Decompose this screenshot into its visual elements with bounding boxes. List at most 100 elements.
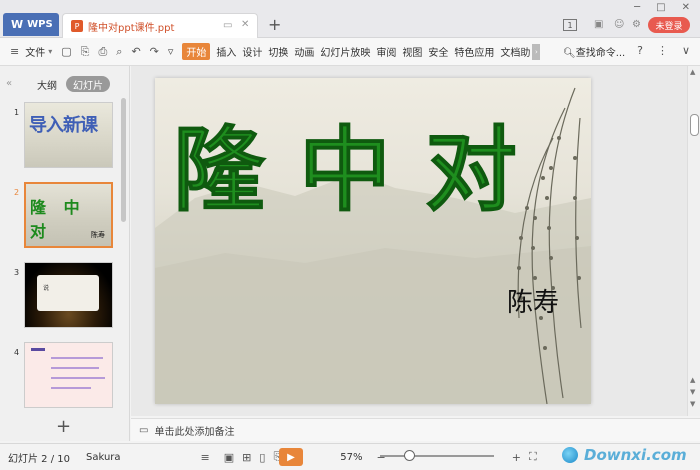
ribbon-right-icons: ? ⋮ ∨	[637, 44, 690, 57]
document-tab-title: 隆中对ppt课件.ppt	[88, 22, 175, 34]
slide-thumbnail-4[interactable]	[24, 342, 113, 408]
notes-bar[interactable]: ▭ 单击此处添加备注	[131, 418, 700, 441]
wps-tab-label: WPS	[27, 19, 53, 30]
file-menu[interactable]: 文件	[25, 44, 45, 59]
close-window-icon[interactable]: ✕	[682, 2, 690, 13]
slide-sorter-icon[interactable]: ⊞	[242, 451, 251, 464]
wps-logo-icon: W	[11, 18, 24, 31]
tab-insert[interactable]: 插入	[216, 44, 236, 59]
reading-view-icon[interactable]: ▯	[259, 451, 265, 464]
fit-window-icon[interactable]: ⛶	[529, 450, 537, 464]
wps-home-tab[interactable]: W WPS	[3, 13, 59, 36]
chevron-down-icon[interactable]: ▾	[48, 47, 52, 56]
zoom-slider-track[interactable]	[380, 455, 494, 457]
thumb-text: 说	[43, 285, 50, 292]
title-bar: W WPS P 隆中对ppt课件.ppt ▭ ✕ + ─ □ ✕ 1 ▣ ☺ ⚙…	[0, 0, 700, 38]
current-slide[interactable]: 隆中对 陈寿	[155, 78, 591, 404]
maximize-icon[interactable]: □	[656, 2, 665, 13]
zoom-level[interactable]: 57%	[340, 452, 362, 463]
undo-icon[interactable]: ↶	[131, 45, 140, 58]
watermark-text: Downxi.com	[584, 446, 687, 464]
theme-name: Sakura	[86, 451, 121, 463]
tab-start[interactable]: 开始	[182, 43, 211, 60]
slide-canvas-area: 隆中对 陈寿	[131, 66, 687, 416]
collapse-ribbon-icon[interactable]: ∨	[682, 44, 690, 57]
thumb-number: 3	[14, 268, 20, 277]
tab-design[interactable]: 设计	[242, 44, 262, 59]
thumb-text: 导入新课	[29, 115, 98, 136]
close-tab-icon[interactable]: ✕	[241, 19, 249, 30]
thumb-heading-bar	[31, 348, 45, 351]
monitor-icon[interactable]: ▭	[223, 20, 232, 31]
quick-access-more-icon[interactable]: ▿	[168, 45, 174, 58]
save-icon[interactable]: ▢	[61, 45, 71, 58]
skin-icon[interactable]: ▣	[594, 19, 605, 30]
tab-animation[interactable]: 动画	[294, 44, 314, 59]
window-count-badge[interactable]: 1	[563, 19, 577, 31]
scroll-thumb[interactable]	[690, 114, 699, 136]
thumb-line	[51, 387, 91, 389]
slide-author[interactable]: 陈寿	[507, 282, 559, 319]
tab-outline[interactable]: 大纲	[37, 77, 57, 92]
slide-title[interactable]: 隆中对	[172, 96, 551, 229]
window-controls: ─ □ ✕	[634, 2, 690, 13]
export-icon[interactable]: ⎘	[81, 45, 90, 59]
document-tab[interactable]: P 隆中对ppt课件.ppt ▭ ✕	[62, 13, 258, 38]
minimize-icon[interactable]: ─	[634, 2, 640, 13]
watermark: Downxi.com	[562, 446, 687, 464]
notes-placeholder: 单击此处添加备注	[154, 426, 235, 438]
print-preview-icon[interactable]: ⌕	[116, 45, 122, 59]
login-button[interactable]: 未登录	[648, 17, 690, 33]
thumb-line	[51, 367, 99, 369]
more-options-icon[interactable]: ⋮	[657, 44, 668, 57]
command-search[interactable]: 🔍︎查找命令...	[563, 44, 625, 59]
notes-toggle-icon[interactable]: ≡	[201, 451, 210, 464]
play-slideshow-button[interactable]: ▶	[279, 448, 303, 466]
normal-view-icon[interactable]: ▣	[224, 451, 234, 464]
help-icon[interactable]: ?	[637, 44, 643, 57]
tab-features[interactable]: 特色应用	[454, 44, 494, 59]
print-icon[interactable]: ⎙	[98, 45, 107, 59]
thumb-line	[51, 377, 105, 379]
thumb-number: 2	[14, 188, 20, 197]
new-tab-button[interactable]: +	[268, 15, 281, 34]
add-slide-button[interactable]: +	[56, 416, 71, 437]
thumb-number: 1	[14, 108, 20, 117]
slide-thumbnail-1[interactable]: 导入新课	[24, 102, 113, 168]
tab-review[interactable]: 审阅	[376, 44, 396, 59]
redo-icon[interactable]: ↷	[150, 45, 159, 58]
zoom-slider-handle[interactable]	[403, 450, 415, 461]
thumb-subtext: 陈寿	[91, 231, 105, 239]
scroll-down-icon[interactable]: ▼	[690, 400, 695, 408]
tab-view[interactable]: 视图	[402, 44, 422, 59]
command-search-label: 查找命令...	[575, 48, 626, 59]
panel-scrollbar[interactable]	[121, 98, 126, 222]
slide-thumbnail-2[interactable]: 隆 中 对 陈寿	[24, 182, 113, 248]
watermark-logo-icon	[562, 447, 578, 463]
scroll-down-icon[interactable]: ▼	[690, 388, 695, 396]
slides-panel: « 大纲 幻灯片 1 导入新课 2 隆 中 对 陈寿 3 说 4 +	[0, 66, 130, 441]
thumb-number: 4	[14, 348, 20, 357]
slide-counter: 幻灯片 2 / 10	[8, 453, 70, 465]
tabs-more-icon[interactable]: ›	[532, 43, 541, 60]
tab-security[interactable]: 安全	[428, 44, 448, 59]
scroll-up-icon[interactable]: ▲	[690, 376, 695, 384]
canvas-scrollbar[interactable]: ▲ ▲ ▼ ▼	[687, 66, 700, 416]
zoom-in-icon[interactable]: +	[512, 451, 521, 464]
scroll-up-icon[interactable]: ▲	[690, 68, 695, 76]
settings-icon[interactable]: ⚙	[632, 19, 643, 30]
ppt-file-icon: P	[71, 20, 83, 32]
slide-thumbnail-3[interactable]: 说	[24, 262, 113, 328]
collapse-panel-icon[interactable]: «	[6, 78, 12, 89]
zoom-out-icon[interactable]: −	[377, 451, 386, 464]
book-image	[37, 275, 99, 311]
search-icon: 🔍︎	[563, 48, 576, 59]
hamburger-menu-icon[interactable]: ≡	[10, 45, 19, 58]
tab-transition[interactable]: 切换	[268, 44, 288, 59]
notes-icon: ▭	[139, 424, 149, 436]
tab-slideshow[interactable]: 幻灯片放映	[320, 44, 370, 59]
feedback-icon[interactable]: ☺	[614, 19, 625, 30]
tab-slides[interactable]: 幻灯片	[66, 76, 110, 92]
thumb-line	[51, 357, 103, 359]
tab-doc-assistant[interactable]: 文档助	[500, 44, 530, 59]
